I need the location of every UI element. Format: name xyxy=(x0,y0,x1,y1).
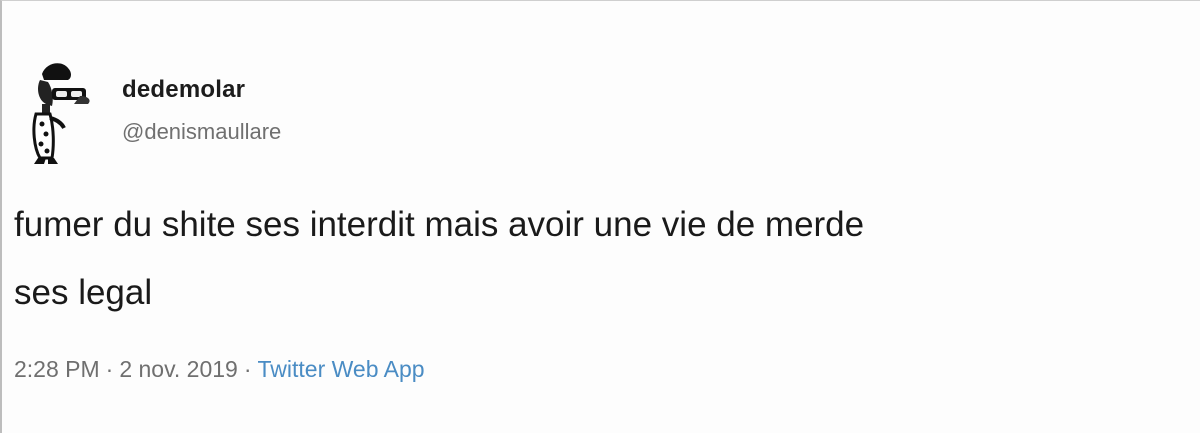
tweet-text-line-2: ses legal xyxy=(14,273,153,312)
tweet-source-link[interactable]: Twitter Web App xyxy=(258,356,425,382)
tweet-text: fumer du shite ses interdit mais avoir u… xyxy=(14,191,1184,327)
tweet-text-line-1: fumer du shite ses interdit mais avoir u… xyxy=(14,205,865,244)
user-handle[interactable]: @denismaullare xyxy=(122,119,281,145)
tweet-date[interactable]: 2 nov. 2019 xyxy=(119,356,238,382)
meta-separator: · xyxy=(105,356,114,382)
tweet-card: dedemolar @denismaullare fumer du shite … xyxy=(0,0,1200,433)
display-name[interactable]: dedemolar xyxy=(122,76,245,104)
avatar[interactable] xyxy=(22,58,104,168)
meta-separator-2: · xyxy=(243,356,252,382)
tweet-time[interactable]: 2:28 PM xyxy=(14,356,100,382)
tweet-metadata: 2:28 PM · 2 nov. 2019 · Twitter Web App xyxy=(14,356,425,383)
cartoon-character-avatar-icon xyxy=(32,63,90,164)
